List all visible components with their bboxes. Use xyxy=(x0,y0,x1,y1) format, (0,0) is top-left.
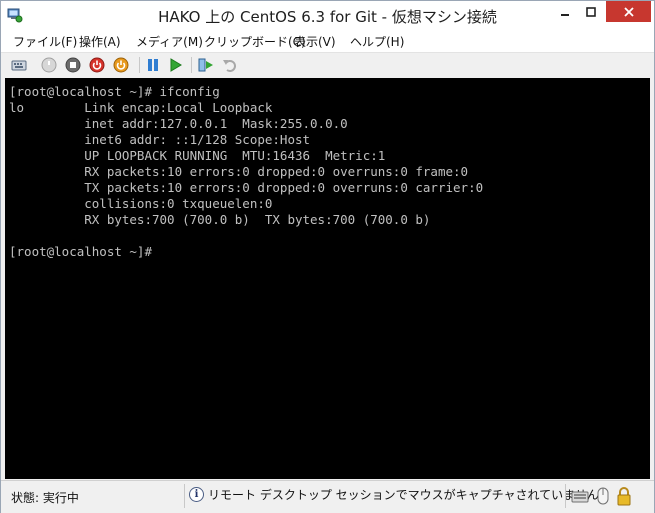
turn-off-icon[interactable] xyxy=(65,57,81,73)
lock-icon xyxy=(615,486,633,506)
minimize-button[interactable] xyxy=(554,1,576,22)
vm-console-screen[interactable]: [root@localhost ~]# ifconfig lo Link enc… xyxy=(5,78,650,479)
menu-view[interactable]: 表示(V) xyxy=(294,33,336,50)
menu-clipboard[interactable]: クリップボード(C) xyxy=(204,33,306,50)
menu-help[interactable]: ヘルプ(H) xyxy=(350,33,404,50)
status-separator xyxy=(184,484,185,508)
shutdown-icon[interactable] xyxy=(89,57,105,73)
snapshot-icon[interactable] xyxy=(198,57,214,73)
power-icon[interactable] xyxy=(113,57,129,73)
pause-icon[interactable] xyxy=(145,57,161,73)
menu-media[interactable]: メディア(M) xyxy=(136,33,203,50)
menu-action[interactable]: 操作(A) xyxy=(79,33,121,50)
resume-icon[interactable] xyxy=(168,57,184,73)
status-state: 状態: 実行中 xyxy=(11,491,79,505)
status-message: i リモート デスクトップ セッションでマウスがキャプチャされていません xyxy=(189,486,599,503)
menu-bar: ファイル(F) 操作(A) メディア(M) クリップボード(C) 表示(V) ヘ… xyxy=(1,31,654,52)
toolbar-separator xyxy=(191,57,192,73)
status-separator xyxy=(565,484,566,508)
revert-icon[interactable] xyxy=(222,57,238,73)
status-message-text: リモート デスクトップ セッションでマウスがキャプチャされていません xyxy=(208,488,599,502)
toolbar-separator xyxy=(139,57,140,73)
toolbar xyxy=(1,52,654,78)
title-bar[interactable]: HAKO 上の CentOS 6.3 for Git - 仮想マシン接続 xyxy=(1,1,654,31)
keyboard-icon xyxy=(571,486,589,506)
start-icon[interactable] xyxy=(41,57,57,73)
mouse-icon xyxy=(594,486,612,506)
menu-file[interactable]: ファイル(F) xyxy=(13,33,77,50)
ctrl-alt-del-icon[interactable] xyxy=(11,57,27,73)
status-bar: 状態: 実行中 i リモート デスクトップ セッションでマウスがキャプチャされて… xyxy=(1,480,654,513)
vm-connection-window: HAKO 上の CentOS 6.3 for Git - 仮想マシン接続 ファイ… xyxy=(0,0,655,513)
close-button[interactable] xyxy=(606,1,651,22)
info-icon: i xyxy=(189,487,204,502)
maximize-button[interactable] xyxy=(580,1,602,22)
console-output: [root@localhost ~]# ifconfig lo Link enc… xyxy=(9,84,484,259)
